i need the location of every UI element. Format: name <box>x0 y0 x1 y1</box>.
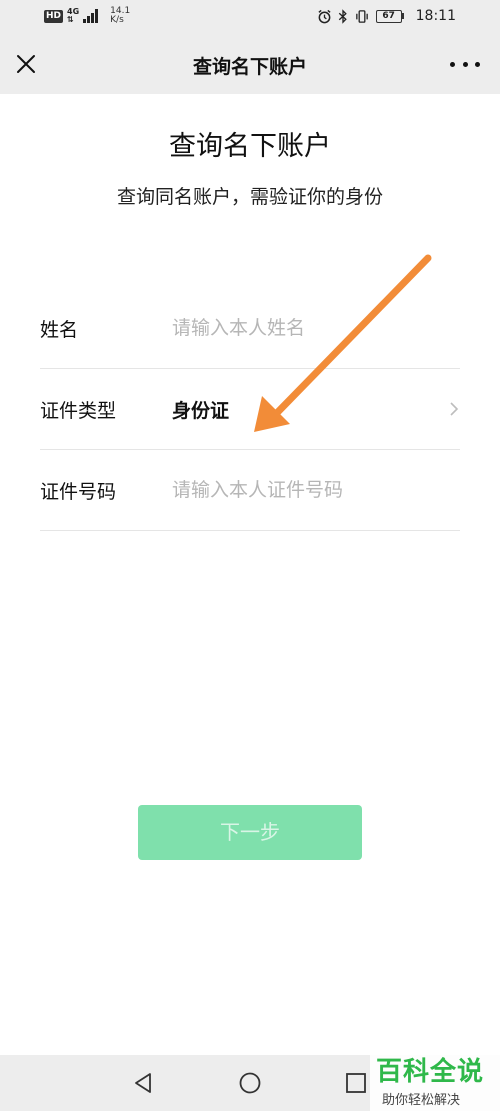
network-type: 4G ⇅ <box>67 8 79 24</box>
network-speed-unit: K/s <box>110 15 124 25</box>
battery-icon: 67 <box>375 9 404 23</box>
clock: 18:11 <box>415 8 456 24</box>
more-options-icon[interactable] <box>450 52 480 76</box>
page-title: 查询名下账户 <box>192 56 307 78</box>
recent-apps-icon[interactable] <box>342 1069 370 1097</box>
watermark-title: 百科全说 <box>376 1057 485 1087</box>
signal-icon <box>83 9 99 23</box>
name-input[interactable] <box>172 308 460 348</box>
back-triangle-icon[interactable] <box>130 1069 158 1097</box>
battery-level: 67 <box>375 9 402 23</box>
next-step-button[interactable]: 下一步 <box>138 805 362 860</box>
id-number-input[interactable] <box>172 470 460 510</box>
data-arrows-icon: ⇅ <box>67 15 74 24</box>
watermark-subtitle: 助你轻松解决 <box>382 1093 461 1108</box>
name-label: 姓名 <box>40 318 79 341</box>
id-type-row[interactable]: 证件类型 身份证 <box>40 369 460 450</box>
title-bar: 查询名下账户 <box>0 34 500 94</box>
id-number-row: 证件号码 <box>40 450 460 531</box>
status-left: HD 4G ⇅ 14.1 K/s <box>44 7 130 25</box>
hd-badge: HD <box>44 9 64 23</box>
alarm-icon <box>318 9 331 23</box>
id-number-label: 证件号码 <box>40 480 117 503</box>
network-speed: 14.1 K/s <box>110 7 130 25</box>
id-type-value[interactable]: 身份证 <box>172 396 460 423</box>
main-subheading: 查询同名账户，需验证你的身份 <box>116 186 383 208</box>
status-right: 67 18:11 <box>317 8 456 24</box>
id-type-label: 证件类型 <box>40 399 117 422</box>
main-heading: 查询名下账户 <box>169 131 331 162</box>
name-row: 姓名 <box>40 288 460 369</box>
home-circle-icon[interactable] <box>236 1069 264 1097</box>
bluetooth-icon <box>338 8 347 24</box>
chevron-right-icon <box>450 402 459 416</box>
watermark-logo: 百科全说 助你轻松解决 <box>370 1047 500 1111</box>
status-bar: HD 4G ⇅ 14.1 K/s 67 18:11 <box>0 0 500 34</box>
vibrate-icon <box>355 9 368 23</box>
identity-form: 姓名 证件类型 身份证 证件号码 <box>40 288 460 531</box>
annotation-arrow-icon <box>254 254 432 432</box>
